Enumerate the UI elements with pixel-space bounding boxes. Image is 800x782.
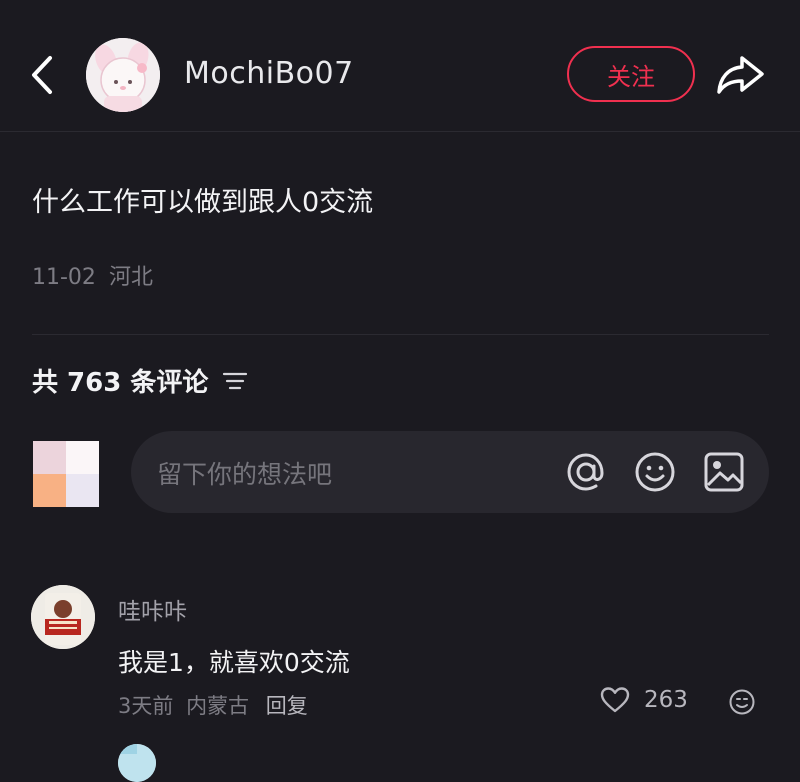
pixel-avatar-image [33, 441, 99, 507]
share-button[interactable] [714, 52, 768, 98]
author-username[interactable]: MochiBo07 [184, 56, 354, 91]
author-avatar[interactable] [86, 38, 160, 112]
my-melody-avatar-image [86, 38, 160, 112]
comment-meta: 3天前 内蒙古 回复 [118, 690, 308, 720]
emoji-button[interactable] [632, 449, 678, 495]
next-commenter-avatar[interactable] [118, 744, 156, 782]
at-icon [567, 453, 604, 491]
can-product-avatar-image [31, 585, 95, 649]
my-avatar [33, 441, 99, 507]
commenter-name[interactable]: 哇咔咔 [118, 592, 187, 626]
follow-button[interactable]: 关注 [567, 46, 695, 102]
heart-icon [600, 687, 630, 713]
commenter-avatar[interactable] [31, 585, 95, 649]
post-divider [32, 334, 769, 335]
mention-button[interactable] [563, 449, 609, 495]
comment-input-placeholder: 留下你的想法吧 [157, 460, 333, 489]
comment-input[interactable]: 留下你的想法吧 [131, 431, 769, 513]
sort-icon[interactable] [222, 371, 248, 391]
comment-emoji-button[interactable] [728, 688, 756, 716]
post-location: 河北 [108, 265, 153, 290]
like-button[interactable]: 263 [600, 686, 688, 714]
comment-location: 内蒙古 [186, 694, 250, 718]
like-count: 263 [644, 687, 688, 713]
post-title: 什么工作可以做到跟人0交流 [32, 187, 374, 218]
back-button[interactable] [22, 50, 62, 100]
avatar-image [118, 744, 156, 782]
header-divider [0, 131, 800, 132]
image-button[interactable] [701, 449, 747, 495]
image-icon [704, 452, 744, 492]
emoji-icon [635, 452, 675, 492]
post-date: 11-02 [32, 265, 96, 290]
comment-count: 共 763 条评论 [32, 368, 209, 398]
chevron-left-icon [32, 56, 52, 94]
reply-button[interactable]: 回复 [266, 694, 308, 718]
post-meta: 11-02 河北 [32, 259, 153, 291]
comment-text: 我是1，就喜欢0交流 [118, 648, 350, 677]
comment-time: 3天前 [118, 694, 174, 718]
emoji-icon [729, 689, 755, 715]
share-arrow-icon [717, 56, 764, 94]
comment-count-row: 共 763 条评论 [32, 362, 248, 399]
